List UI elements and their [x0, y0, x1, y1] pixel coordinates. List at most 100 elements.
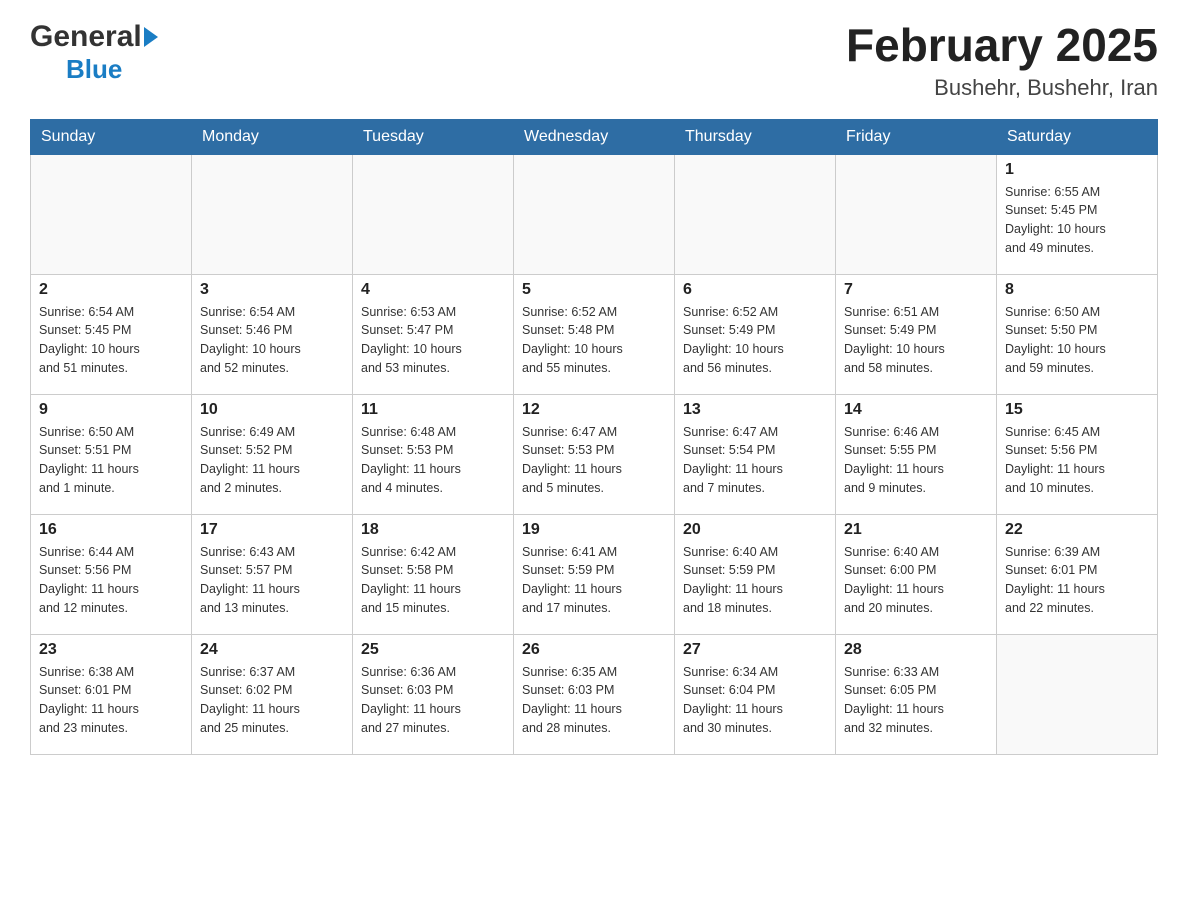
- calendar-cell: 17 Sunrise: 6:43 AMSunset: 5:57 PMDayligh…: [192, 514, 353, 634]
- calendar-week-row: 1 Sunrise: 6:55 AMSunset: 5:45 PMDaylight…: [31, 154, 1158, 274]
- calendar-cell: 5 Sunrise: 6:52 AMSunset: 5:48 PMDaylight…: [514, 274, 675, 394]
- day-info: Sunrise: 6:48 AMSunset: 5:53 PMDaylight:…: [361, 423, 505, 498]
- calendar-cell: [192, 154, 353, 274]
- calendar-cell: 10Sunrise: 6:49 AMSunset: 5:52 PMDayligh…: [192, 394, 353, 514]
- calendar-week-row: 2 Sunrise: 6:54 AMSunset: 5:45 PMDaylight…: [31, 274, 1158, 394]
- calendar-cell: 16 Sunrise: 6:44 AMSunset: 5:56 PMDayligh…: [31, 514, 192, 634]
- day-number: 21: [844, 521, 988, 539]
- day-info: Sunrise: 6:35 AMSunset: 6:03 PMDaylight:…: [522, 663, 666, 738]
- calendar-cell: [675, 154, 836, 274]
- day-number: 12: [522, 401, 666, 419]
- col-saturday: Saturday: [997, 119, 1158, 154]
- day-number: 8: [1005, 281, 1149, 299]
- logo-triangle-icon: [144, 27, 158, 47]
- day-info: Sunrise: 6:42 AMSunset: 5:58 PMDaylight:…: [361, 543, 505, 618]
- calendar-cell: 28 Sunrise: 6:33 AMSunset: 6:05 PMDayligh…: [836, 634, 997, 754]
- day-info: Sunrise: 6:50 AMSunset: 5:50 PMDaylight:…: [1005, 303, 1149, 378]
- calendar-week-row: 23 Sunrise: 6:38 AMSunset: 6:01 PMDayligh…: [31, 634, 1158, 754]
- col-friday: Friday: [836, 119, 997, 154]
- calendar-cell: 4 Sunrise: 6:53 AMSunset: 5:47 PMDaylight…: [353, 274, 514, 394]
- day-number: 22: [1005, 521, 1149, 539]
- day-number: 27: [683, 641, 827, 659]
- day-info: Sunrise: 6:37 AMSunset: 6:02 PMDaylight:…: [200, 663, 344, 738]
- day-info: Sunrise: 6:51 AMSunset: 5:49 PMDaylight:…: [844, 303, 988, 378]
- calendar-cell: 25 Sunrise: 6:36 AMSunset: 6:03 PMDayligh…: [353, 634, 514, 754]
- calendar-cell: 8 Sunrise: 6:50 AMSunset: 5:50 PMDaylight…: [997, 274, 1158, 394]
- calendar-cell: 24Sunrise: 6:37 AMSunset: 6:02 PMDayligh…: [192, 634, 353, 754]
- day-number: 19: [522, 521, 666, 539]
- calendar-cell: 12Sunrise: 6:47 AMSunset: 5:53 PMDayligh…: [514, 394, 675, 514]
- calendar-cell: [514, 154, 675, 274]
- calendar-cell: 18 Sunrise: 6:42 AMSunset: 5:58 PMDayligh…: [353, 514, 514, 634]
- day-number: 25: [361, 641, 505, 659]
- day-number: 23: [39, 641, 183, 659]
- day-number: 3: [200, 281, 344, 299]
- col-monday: Monday: [192, 119, 353, 154]
- col-thursday: Thursday: [675, 119, 836, 154]
- day-info: Sunrise: 6:47 AMSunset: 5:54 PMDaylight:…: [683, 423, 827, 498]
- day-info: Sunrise: 6:54 AMSunset: 5:46 PMDaylight:…: [200, 303, 344, 378]
- logo: General Blue: [30, 20, 158, 85]
- calendar-cell: 1 Sunrise: 6:55 AMSunset: 5:45 PMDaylight…: [997, 154, 1158, 274]
- day-info: Sunrise: 6:39 AMSunset: 6:01 PMDaylight:…: [1005, 543, 1149, 618]
- day-number: 9: [39, 401, 183, 419]
- day-info: Sunrise: 6:33 AMSunset: 6:05 PMDaylight:…: [844, 663, 988, 738]
- calendar-cell: 15Sunrise: 6:45 AMSunset: 5:56 PMDayligh…: [997, 394, 1158, 514]
- calendar-cell: [836, 154, 997, 274]
- calendar-cell: [31, 154, 192, 274]
- day-number: 14: [844, 401, 988, 419]
- day-number: 5: [522, 281, 666, 299]
- col-wednesday: Wednesday: [514, 119, 675, 154]
- calendar-cell: 6 Sunrise: 6:52 AMSunset: 5:49 PMDaylight…: [675, 274, 836, 394]
- calendar-cell: 2 Sunrise: 6:54 AMSunset: 5:45 PMDaylight…: [31, 274, 192, 394]
- day-info: Sunrise: 6:46 AMSunset: 5:55 PMDaylight:…: [844, 423, 988, 498]
- calendar-cell: 22 Sunrise: 6:39 AMSunset: 6:01 PMDayligh…: [997, 514, 1158, 634]
- calendar-cell: 27 Sunrise: 6:34 AMSunset: 6:04 PMDayligh…: [675, 634, 836, 754]
- day-number: 1: [1005, 161, 1149, 179]
- day-number: 13: [683, 401, 827, 419]
- location-text: Bushehr, Bushehr, Iran: [846, 75, 1158, 101]
- calendar-cell: 26 Sunrise: 6:35 AMSunset: 6:03 PMDayligh…: [514, 634, 675, 754]
- day-info: Sunrise: 6:38 AMSunset: 6:01 PMDaylight:…: [39, 663, 183, 738]
- month-year-title: February 2025: [846, 20, 1158, 71]
- day-info: Sunrise: 6:50 AMSunset: 5:51 PMDaylight:…: [39, 423, 183, 498]
- day-number: 7: [844, 281, 988, 299]
- day-number: 6: [683, 281, 827, 299]
- day-info: Sunrise: 6:52 AMSunset: 5:49 PMDaylight:…: [683, 303, 827, 378]
- day-info: Sunrise: 6:41 AMSunset: 5:59 PMDaylight:…: [522, 543, 666, 618]
- day-info: Sunrise: 6:54 AMSunset: 5:45 PMDaylight:…: [39, 303, 183, 378]
- day-number: 18: [361, 521, 505, 539]
- day-number: 26: [522, 641, 666, 659]
- day-info: Sunrise: 6:52 AMSunset: 5:48 PMDaylight:…: [522, 303, 666, 378]
- calendar-cell: 3 Sunrise: 6:54 AMSunset: 5:46 PMDaylight…: [192, 274, 353, 394]
- calendar-cell: [997, 634, 1158, 754]
- calendar-cell: 14 Sunrise: 6:46 AMSunset: 5:55 PMDayligh…: [836, 394, 997, 514]
- title-block: February 2025 Bushehr, Bushehr, Iran: [846, 20, 1158, 101]
- day-info: Sunrise: 6:34 AMSunset: 6:04 PMDaylight:…: [683, 663, 827, 738]
- day-number: 17: [200, 521, 344, 539]
- calendar-cell: 21Sunrise: 6:40 AMSunset: 6:00 PMDayligh…: [836, 514, 997, 634]
- calendar-week-row: 9 Sunrise: 6:50 AMSunset: 5:51 PMDaylight…: [31, 394, 1158, 514]
- day-info: Sunrise: 6:55 AMSunset: 5:45 PMDaylight:…: [1005, 183, 1149, 258]
- day-info: Sunrise: 6:45 AMSunset: 5:56 PMDaylight:…: [1005, 423, 1149, 498]
- day-info: Sunrise: 6:53 AMSunset: 5:47 PMDaylight:…: [361, 303, 505, 378]
- day-info: Sunrise: 6:44 AMSunset: 5:56 PMDaylight:…: [39, 543, 183, 618]
- calendar-table: Sunday Monday Tuesday Wednesday Thursday…: [30, 119, 1158, 755]
- day-number: 16: [39, 521, 183, 539]
- day-number: 2: [39, 281, 183, 299]
- calendar-cell: 19 Sunrise: 6:41 AMSunset: 5:59 PMDayligh…: [514, 514, 675, 634]
- day-info: Sunrise: 6:40 AMSunset: 5:59 PMDaylight:…: [683, 543, 827, 618]
- page-header: General Blue February 2025 Bushehr, Bush…: [30, 20, 1158, 101]
- day-number: 28: [844, 641, 988, 659]
- calendar-cell: 20Sunrise: 6:40 AMSunset: 5:59 PMDayligh…: [675, 514, 836, 634]
- col-tuesday: Tuesday: [353, 119, 514, 154]
- calendar-cell: 23 Sunrise: 6:38 AMSunset: 6:01 PMDayligh…: [31, 634, 192, 754]
- calendar-header-row: Sunday Monday Tuesday Wednesday Thursday…: [31, 119, 1158, 154]
- day-info: Sunrise: 6:36 AMSunset: 6:03 PMDaylight:…: [361, 663, 505, 738]
- day-number: 4: [361, 281, 505, 299]
- day-info: Sunrise: 6:43 AMSunset: 5:57 PMDaylight:…: [200, 543, 344, 618]
- calendar-cell: 7 Sunrise: 6:51 AMSunset: 5:49 PMDaylight…: [836, 274, 997, 394]
- day-info: Sunrise: 6:49 AMSunset: 5:52 PMDaylight:…: [200, 423, 344, 498]
- day-number: 11: [361, 401, 505, 419]
- calendar-cell: [353, 154, 514, 274]
